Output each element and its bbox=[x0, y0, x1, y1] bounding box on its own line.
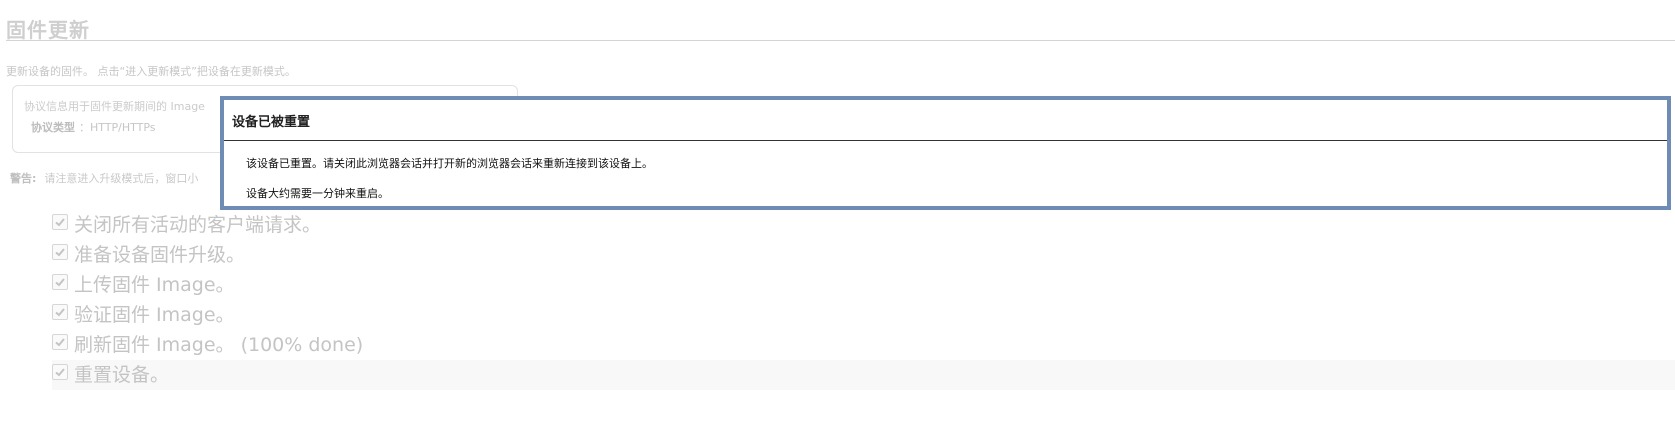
warning-note: 警告: 请注意进入升级模式后，窗口小 bbox=[10, 170, 198, 186]
checkbox-icon bbox=[52, 364, 68, 380]
title-divider bbox=[6, 40, 1675, 41]
protocol-type-label: 协议类型 bbox=[31, 121, 75, 134]
step-prepare-upgrade: 准备设备固件升级。 bbox=[52, 240, 1675, 270]
step-label: 准备设备固件升级。 bbox=[74, 244, 246, 266]
firmware-update-page: 固件更新 更新设备的固件。 点击“进入更新模式”把设备在更新模式。 协议信息用于… bbox=[0, 0, 1675, 430]
protocol-type-row: 协议类型 ：HTTP/HTTPs bbox=[31, 119, 156, 135]
dialog-title: 设备已被重置 bbox=[224, 100, 1667, 141]
device-reset-dialog: 设备已被重置 该设备已重置。请关闭此浏览器会话并打开新的浏览器会话来重新连接到该… bbox=[220, 96, 1671, 210]
step-label: 关闭所有活动的客户端请求。 bbox=[74, 214, 322, 236]
warning-text: 请注意进入升级模式后，窗口小 bbox=[44, 172, 199, 185]
step-label: 验证固件 Image。 bbox=[74, 304, 235, 326]
dialog-message-close-browser: 该设备已重置。请关闭此浏览器会话并打开新的浏览器会话来重新连接到该设备上。 bbox=[246, 157, 653, 170]
checkbox-icon bbox=[52, 214, 68, 230]
update-steps-list: 关闭所有活动的客户端请求。 准备设备固件升级。 上传固件 Image。 验证固件… bbox=[52, 210, 1675, 390]
step-flash-image: 刷新固件 Image。 (100% done) bbox=[52, 330, 1675, 360]
checkbox-icon bbox=[52, 304, 68, 320]
step-label: 刷新固件 Image。 (100% done) bbox=[74, 334, 364, 356]
checkbox-icon bbox=[52, 244, 68, 260]
step-label: 上传固件 Image。 bbox=[74, 274, 235, 296]
step-verify-image: 验证固件 Image。 bbox=[52, 300, 1675, 330]
dialog-body: 该设备已重置。请关闭此浏览器会话并打开新的浏览器会话来重新连接到该设备上。 设备… bbox=[224, 155, 1667, 201]
page-title: 固件更新 bbox=[6, 18, 90, 42]
step-label: 重置设备。 bbox=[74, 364, 170, 386]
warning-label: 警告: bbox=[10, 172, 37, 185]
protocol-type-value: ：HTTP/HTTPs bbox=[79, 121, 156, 134]
step-upload-image: 上传固件 Image。 bbox=[52, 270, 1675, 300]
protocol-info-text: 协议信息用于固件更新期间的 Image bbox=[24, 100, 205, 113]
checkbox-icon bbox=[52, 274, 68, 290]
step-close-requests: 关闭所有活动的客户端请求。 bbox=[52, 210, 1675, 240]
checkbox-icon bbox=[52, 334, 68, 350]
step-reset-device: 重置设备。 bbox=[52, 360, 1675, 390]
page-description: 更新设备的固件。 点击“进入更新模式”把设备在更新模式。 bbox=[6, 65, 296, 78]
dialog-message-restart-time: 设备大约需要一分钟来重启。 bbox=[246, 187, 389, 200]
